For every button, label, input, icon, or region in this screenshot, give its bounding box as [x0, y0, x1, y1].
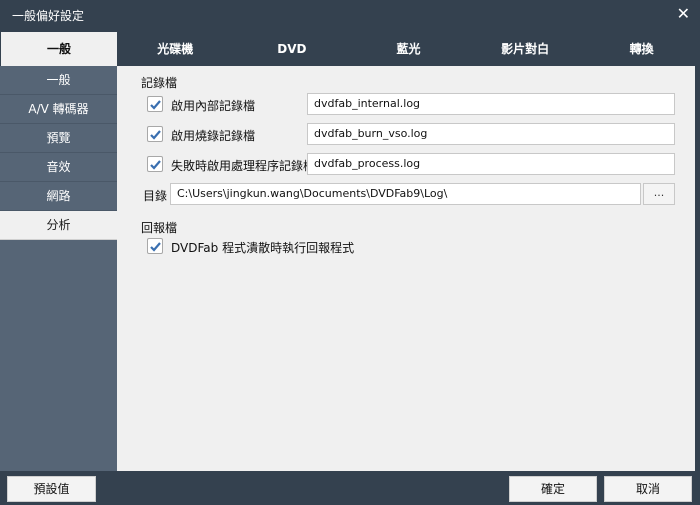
log-directory-field[interactable]: C:\Users\jingkun.wang\Documents\DVDFab9\… — [170, 183, 641, 205]
internal-log-label: 啟用內部記錄檔 — [171, 99, 256, 113]
browse-directory-button[interactable]: ... — [643, 183, 675, 205]
directory-label: 目錄 — [143, 189, 168, 203]
tab-bluray[interactable]: 藍光 — [350, 30, 467, 66]
tab-disc-drive[interactable]: 光碟機 — [117, 30, 234, 66]
title-bar: 一般偏好設定 ✕ — [0, 0, 700, 30]
tab-dvd[interactable]: DVD — [234, 30, 351, 66]
defaults-button[interactable]: 預設值 — [7, 476, 96, 502]
sidebar-item-analysis[interactable]: 分析 — [0, 211, 117, 240]
tab-general[interactable]: 一般 — [1, 32, 117, 66]
sidebar-item-audio[interactable]: 音效 — [0, 153, 117, 182]
sidebar-item-network[interactable]: 網路 — [0, 182, 117, 211]
report-section-title: 回報檔 — [141, 221, 178, 235]
tab-convert[interactable]: 轉換 — [583, 30, 700, 66]
checkmark-icon — [150, 100, 161, 110]
sidebar-item-av-codec[interactable]: A/V 轉碼器 — [0, 95, 117, 124]
button-bar: 預設值 確定 取消 — [0, 471, 700, 505]
checkmark-icon — [150, 160, 161, 170]
process-log-label: 失敗時啟用處理程序記錄檔 — [171, 159, 316, 173]
tab-bar: 一般 光碟機 DVD 藍光 影片對白 轉換 — [0, 30, 700, 66]
close-icon[interactable]: ✕ — [677, 4, 690, 23]
crash-report-row: DVDFab 程式潰散時執行回報程式 — [147, 235, 447, 257]
checkmark-icon — [150, 130, 161, 140]
window-title: 一般偏好設定 — [12, 9, 85, 23]
internal-log-checkbox[interactable] — [147, 96, 163, 112]
sidebar-item-preview[interactable]: 預覽 — [0, 124, 117, 153]
sidebar-item-general[interactable]: 一般 — [0, 66, 117, 95]
tab-list: 光碟機 DVD 藍光 影片對白 轉換 — [117, 30, 700, 66]
process-log-checkbox[interactable] — [147, 156, 163, 172]
crash-report-checkbox[interactable] — [147, 238, 163, 254]
tab-subtitle[interactable]: 影片對白 — [467, 30, 584, 66]
sidebar: 一般 A/V 轉碼器 預覽 音效 網路 分析 — [0, 66, 117, 471]
internal-log-filename-field[interactable]: dvdfab_internal.log — [307, 93, 675, 115]
cancel-button[interactable]: 取消 — [604, 476, 692, 502]
checkmark-icon — [150, 242, 161, 252]
burn-log-checkbox[interactable] — [147, 126, 163, 142]
ok-button[interactable]: 確定 — [509, 476, 597, 502]
burn-log-label: 啟用燒錄記錄檔 — [171, 129, 256, 143]
process-log-filename-field[interactable]: dvdfab_process.log — [307, 153, 675, 175]
crash-report-label: DVDFab 程式潰散時執行回報程式 — [171, 241, 355, 255]
burn-log-filename-field[interactable]: dvdfab_burn_vso.log — [307, 123, 675, 145]
settings-panel: 記錄檔 啟用內部記錄檔 dvdfab_internal.log 啟用燒錄記錄檔 … — [117, 66, 695, 471]
log-section-title: 記錄檔 — [141, 76, 178, 90]
